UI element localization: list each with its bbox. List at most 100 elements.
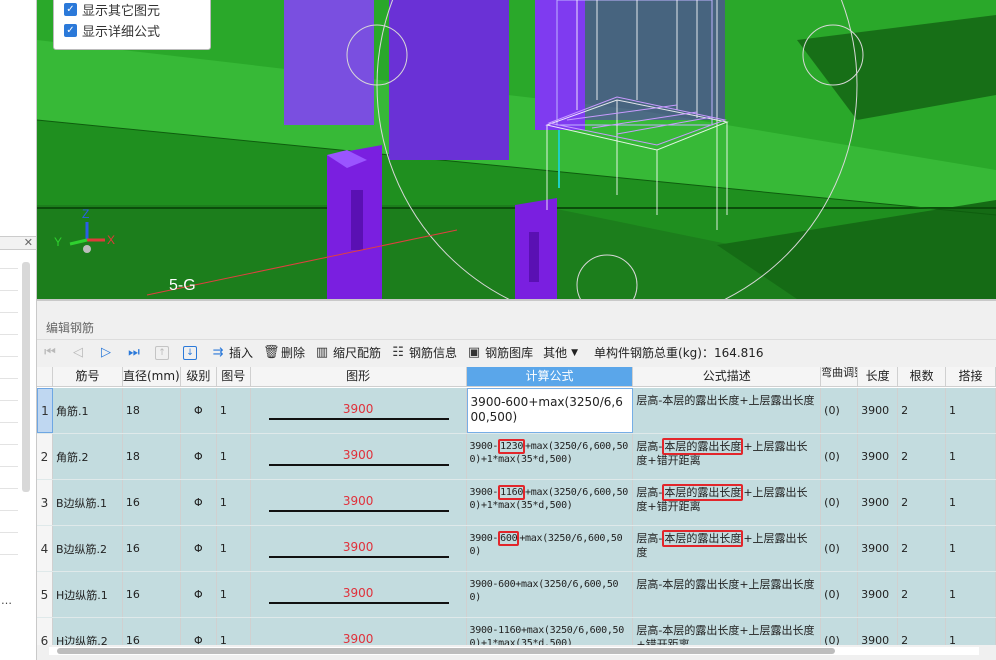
cell-formula-desc[interactable]: 层高-本层的露出长度+上层露出长度+错开距离 <box>633 434 822 479</box>
other-dropdown[interactable]: 其他 ▼ <box>543 342 578 364</box>
cell-diameter[interactable]: 18 <box>123 434 181 479</box>
previous-row-button[interactable]: ◁ <box>71 342 89 364</box>
cell-grade[interactable]: Φ <box>181 480 217 525</box>
scrollbar-thumb[interactable] <box>57 648 835 654</box>
header-shape[interactable]: 图形 <box>251 367 467 386</box>
cell-formula-desc[interactable]: 层高-本层的露出长度+上层露出长度 <box>633 388 822 433</box>
row-index[interactable]: 4 <box>37 526 53 571</box>
cell-figure-no[interactable]: 1 <box>217 434 251 479</box>
cell-formula[interactable]: 3900-1160+max(3250/6,600,500)+1*max(35*d… <box>467 618 634 645</box>
cell-diameter[interactable]: 18 <box>123 388 181 433</box>
cell-formula-desc[interactable]: 层高-本层的露出长度+上层露出长度+错开距离 <box>633 480 822 525</box>
cell-grade[interactable]: Φ <box>181 526 217 571</box>
close-icon[interactable]: ✕ <box>24 236 33 249</box>
cell-bend-adjust[interactable]: (0) <box>821 434 859 479</box>
table-row[interactable]: 4 B边纵筋.2 16 Φ 1 3900 3900- 600 +max(3250/6… <box>37 526 996 572</box>
header-count[interactable]: 根数 <box>898 367 947 386</box>
header-length[interactable]: 长度 <box>858 367 899 386</box>
cell-lap[interactable]: 1 <box>946 526 996 571</box>
cell-shape[interactable]: 3900 <box>251 618 467 645</box>
cell-diameter[interactable]: 16 <box>123 480 181 525</box>
cell-length[interactable]: 3900 <box>858 388 899 433</box>
header-diameter[interactable]: 直径(mm) <box>123 367 181 386</box>
cell-lap[interactable]: 1 <box>946 572 996 617</box>
first-row-button[interactable]: ⏮ <box>43 342 61 364</box>
cell-grade[interactable]: Φ <box>181 618 217 645</box>
cell-bar-no[interactable]: H边纵筋.2 <box>53 618 123 645</box>
scale-rebar-button[interactable]: ▥ 缩尺配筋 <box>315 342 381 364</box>
cell-formula-desc[interactable]: 层高-本层的露出长度+上层露出长度 <box>633 572 822 617</box>
table-row[interactable]: 1 角筋.1 18 Φ 1 3900 3900-600+max(3250/6,6… <box>37 388 996 434</box>
cell-length[interactable]: 3900 <box>858 480 899 525</box>
cell-lap[interactable]: 1 <box>946 618 996 645</box>
option-show-other-elements[interactable]: ✓ 显示其它图元 <box>64 0 210 20</box>
cell-formula-desc[interactable]: 层高-本层的露出长度+上层露出长度 <box>633 526 822 571</box>
cell-bend-adjust[interactable]: (0) <box>821 572 859 617</box>
row-index[interactable]: 6 <box>37 618 53 645</box>
insert-button[interactable]: ⇉ 插入 <box>211 342 253 364</box>
header-figure-no[interactable]: 图号 <box>217 367 251 386</box>
cell-count[interactable]: 2 <box>898 526 947 571</box>
cell-lap[interactable]: 1 <box>946 434 996 479</box>
cell-formula[interactable]: 3900- 1230 +max(3250/6,600,500)+1*max(35*d… <box>467 434 634 479</box>
cell-bend-adjust[interactable]: (0) <box>821 618 859 645</box>
table-row[interactable]: 6 H边纵筋.2 16 Φ 1 3900 3900-1160+max(3250/… <box>37 618 996 645</box>
last-row-button[interactable]: ⏭ <box>127 342 145 364</box>
cell-shape[interactable]: 3900 <box>251 480 467 525</box>
rebar-library-button[interactable]: ▣ 钢筋图库 <box>467 342 533 364</box>
3d-viewport[interactable]: Z Y X ✓ 显示其它图元 ✓ 显示详细公式 5-G <box>37 0 996 299</box>
row-index[interactable]: 2 <box>37 434 53 479</box>
table-row[interactable]: 5 H边纵筋.1 16 Φ 1 3900 3900-600+max(3250/6… <box>37 572 996 618</box>
cell-count[interactable]: 2 <box>898 572 947 617</box>
cell-shape[interactable]: 3900 <box>251 526 467 571</box>
move-up-button[interactable]: ↑ <box>155 342 173 364</box>
left-scrollbar[interactable] <box>22 262 30 492</box>
cell-shape[interactable]: 3900 <box>251 572 467 617</box>
cell-bar-no[interactable]: 角筋.1 <box>53 388 123 433</box>
cell-diameter[interactable]: 16 <box>123 618 181 645</box>
row-index[interactable]: 3 <box>37 480 53 525</box>
cell-figure-no[interactable]: 1 <box>217 480 251 525</box>
header-bar-no[interactable]: 筋号 <box>53 367 123 386</box>
cell-bar-no[interactable]: 角筋.2 <box>53 434 123 479</box>
cell-diameter[interactable]: 16 <box>123 526 181 571</box>
cell-figure-no[interactable]: 1 <box>217 618 251 645</box>
header-formula-desc[interactable]: 公式描述 <box>633 367 822 386</box>
header-grade[interactable]: 级别 <box>181 367 217 386</box>
delete-button[interactable]: 🗑 删除 <box>263 342 305 364</box>
cell-count[interactable]: 2 <box>898 434 947 479</box>
cell-count[interactable]: 2 <box>898 618 947 645</box>
rebar-info-button[interactable]: ☷ 钢筋信息 <box>391 342 457 364</box>
cell-length[interactable]: 3900 <box>858 434 899 479</box>
cell-formula-editor[interactable]: 3900-600+max(3250/6,600,500) <box>466 388 634 433</box>
cell-bend-adjust[interactable]: (0) <box>821 526 859 571</box>
cell-figure-no[interactable]: 1 <box>217 526 251 571</box>
next-row-button[interactable]: ▷ <box>99 342 117 364</box>
cell-grade[interactable]: Φ <box>181 572 217 617</box>
cell-bend-adjust[interactable]: (0) <box>821 388 859 433</box>
cell-count[interactable]: 2 <box>898 480 947 525</box>
cell-length[interactable]: 3900 <box>858 572 899 617</box>
cell-length[interactable]: 3900 <box>858 526 899 571</box>
cell-lap[interactable]: 1 <box>946 480 996 525</box>
cell-grade[interactable]: Φ <box>181 434 217 479</box>
checkbox-checked-icon[interactable]: ✓ <box>64 24 77 37</box>
cell-shape[interactable]: 3900 <box>251 388 467 433</box>
cell-lap[interactable]: 1 <box>946 388 996 433</box>
cell-figure-no[interactable]: 1 <box>217 572 251 617</box>
cell-grade[interactable]: Φ <box>181 388 217 433</box>
checkbox-checked-icon[interactable]: ✓ <box>64 3 77 16</box>
header-formula[interactable]: 计算公式 <box>466 367 634 386</box>
row-index[interactable]: 5 <box>37 572 53 617</box>
horizontal-scrollbar[interactable] <box>49 647 979 655</box>
cell-figure-no[interactable]: 1 <box>217 388 251 433</box>
table-row[interactable]: 3 B边纵筋.1 16 Φ 1 3900 3900- 1160 +max(3250/… <box>37 480 996 526</box>
cell-count[interactable]: 2 <box>898 388 947 433</box>
cell-shape[interactable]: 3900 <box>251 434 467 479</box>
cell-length[interactable]: 3900 <box>858 618 899 645</box>
option-show-detailed-formula[interactable]: ✓ 显示详细公式 <box>64 20 210 41</box>
cell-diameter[interactable]: 16 <box>123 572 181 617</box>
cell-formula-desc[interactable]: 层高-本层的露出长度+上层露出长度+错开距离 <box>633 618 822 645</box>
cell-bend-adjust[interactable]: (0) <box>821 480 859 525</box>
cell-bar-no[interactable]: B边纵筋.1 <box>53 480 123 525</box>
